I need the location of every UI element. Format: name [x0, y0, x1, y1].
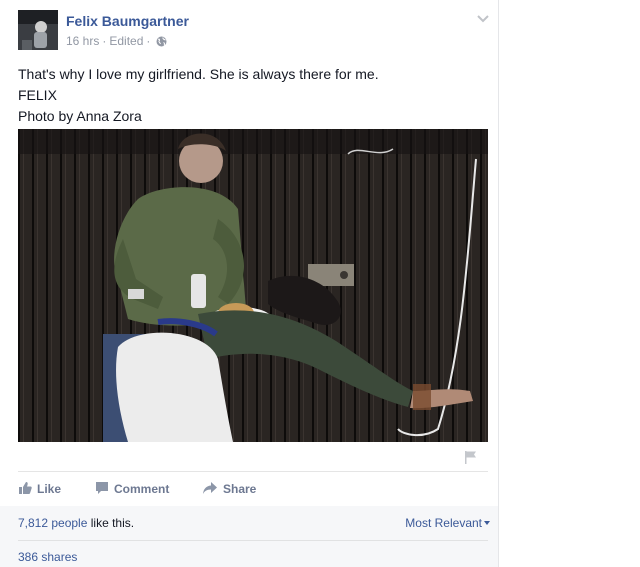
post-meta: 16 hrs · Edited ·: [66, 34, 167, 48]
divider: [18, 471, 488, 472]
feed-post: Felix Baumgartner 16 hrs · Edited · That…: [0, 0, 499, 567]
post-summary: 7,812 people like this. Most Relevant 38…: [0, 506, 498, 567]
likes-count[interactable]: 7,812 people: [18, 516, 87, 530]
shares-count[interactable]: 386 shares: [18, 550, 77, 564]
meta-separator: ·: [146, 34, 151, 48]
post-photo[interactable]: [18, 129, 488, 442]
post-text: That's why I love my girlfriend. She is …: [18, 64, 488, 127]
post-time[interactable]: 16 hrs: [66, 34, 99, 48]
post-text-line: That's why I love my girlfriend. She is …: [18, 66, 379, 82]
comment-sort-dropdown[interactable]: Most Relevant: [405, 516, 490, 530]
author-name[interactable]: Felix Baumgartner: [66, 13, 189, 29]
post-header: Felix Baumgartner 16 hrs · Edited ·: [18, 10, 490, 54]
share-arrow-icon: [202, 481, 223, 498]
sort-label: Most Relevant: [405, 516, 482, 530]
share-label: Share: [223, 482, 257, 496]
comment-label: Comment: [114, 482, 170, 496]
author-avatar[interactable]: [18, 10, 58, 50]
like-label: Like: [37, 482, 62, 496]
share-button[interactable]: Share: [202, 481, 256, 498]
meta-separator: ·: [102, 34, 107, 48]
chevron-down-icon[interactable]: [476, 12, 490, 26]
flag-icon[interactable]: [463, 450, 479, 464]
divider: [18, 540, 488, 541]
edited-label[interactable]: Edited: [109, 34, 143, 48]
speech-bubble-icon: [95, 481, 114, 498]
thumbs-up-icon: [18, 481, 37, 498]
likes-suffix: like this.: [87, 516, 135, 530]
post-text-line: Photo by Anna Zora: [18, 108, 142, 124]
comment-button[interactable]: Comment: [95, 481, 169, 498]
post-text-line: FELIX: [18, 87, 57, 103]
caret-down-icon: [484, 521, 490, 525]
post-actions: Like Comment Share: [18, 478, 488, 500]
globe-icon[interactable]: [156, 36, 167, 47]
like-button[interactable]: Like: [18, 481, 61, 498]
